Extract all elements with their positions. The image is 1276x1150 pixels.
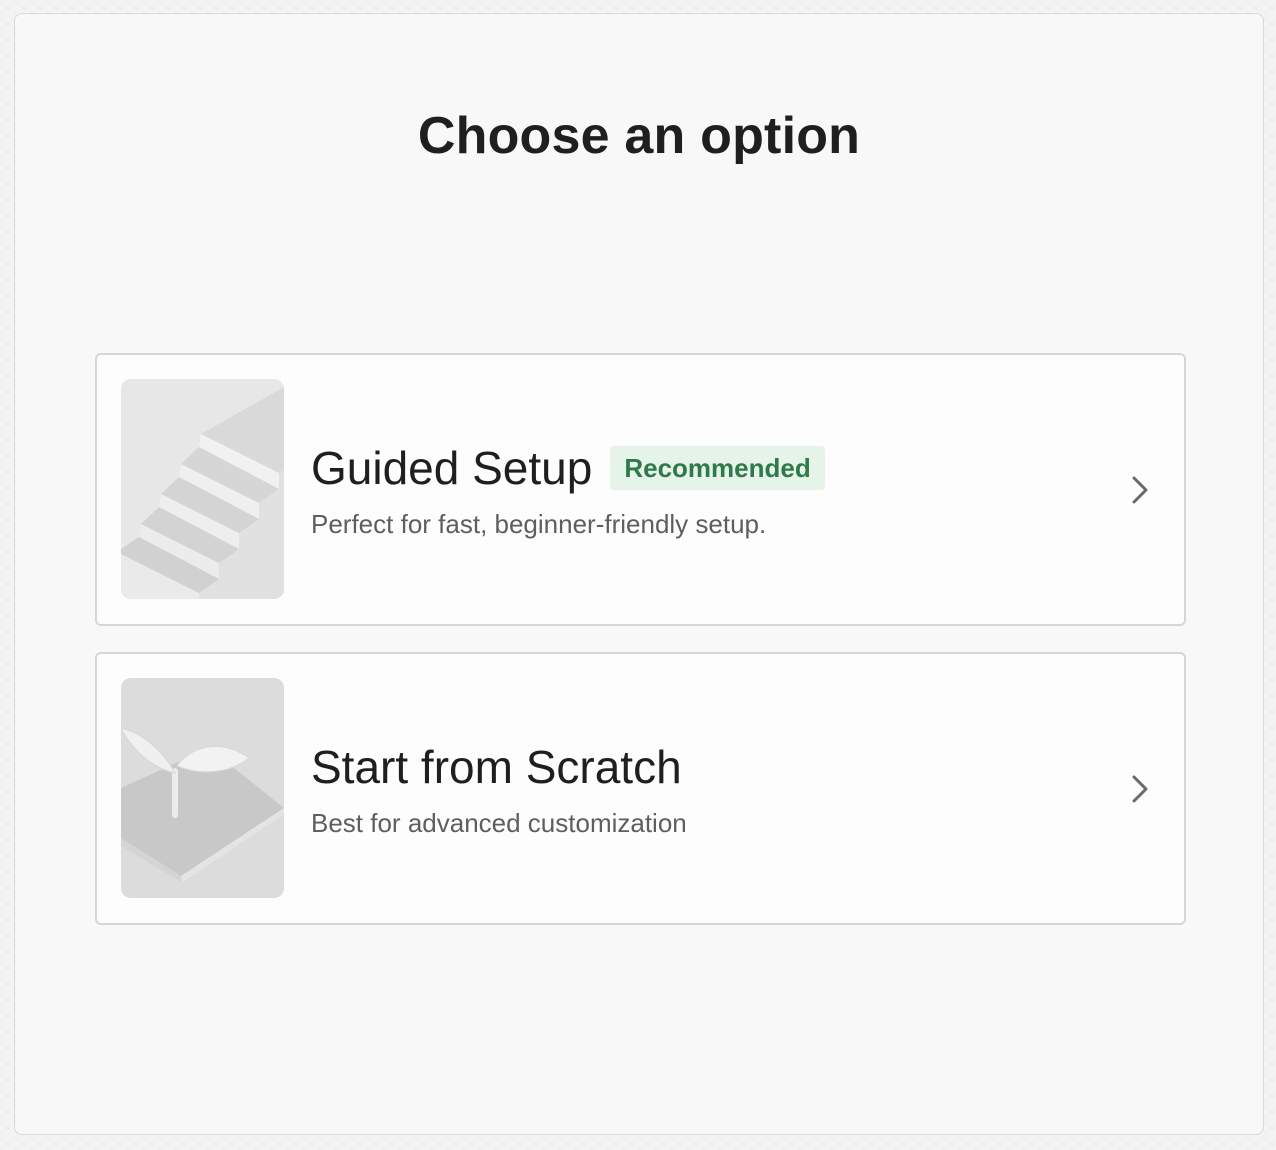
page-title: Choose an option	[417, 107, 861, 165]
guided-setup-option[interactable]: Guided Setup Recommended Perfect for fas…	[95, 353, 1186, 626]
start-from-scratch-option[interactable]: Start from Scratch Best for advanced cus…	[95, 652, 1186, 925]
chevron-right-icon	[1132, 775, 1148, 803]
option-description: Best for advanced customization	[311, 808, 687, 838]
sprout-illustration	[121, 678, 284, 898]
option-title: Start from Scratch	[311, 741, 682, 793]
option-picker-panel: Choose an option Guided Setup Recommende…	[14, 13, 1264, 1135]
recommended-badge: Recommended	[610, 446, 825, 490]
start-from-scratch-title-row: Start from Scratch	[311, 740, 682, 794]
option-description: Perfect for fast, beginner-friendly setu…	[311, 509, 767, 539]
guided-setup-title-row: Guided Setup Recommended	[311, 441, 825, 495]
chevron-right-icon	[1132, 476, 1148, 504]
option-title: Guided Setup	[311, 442, 593, 494]
staircase-illustration	[121, 379, 284, 599]
